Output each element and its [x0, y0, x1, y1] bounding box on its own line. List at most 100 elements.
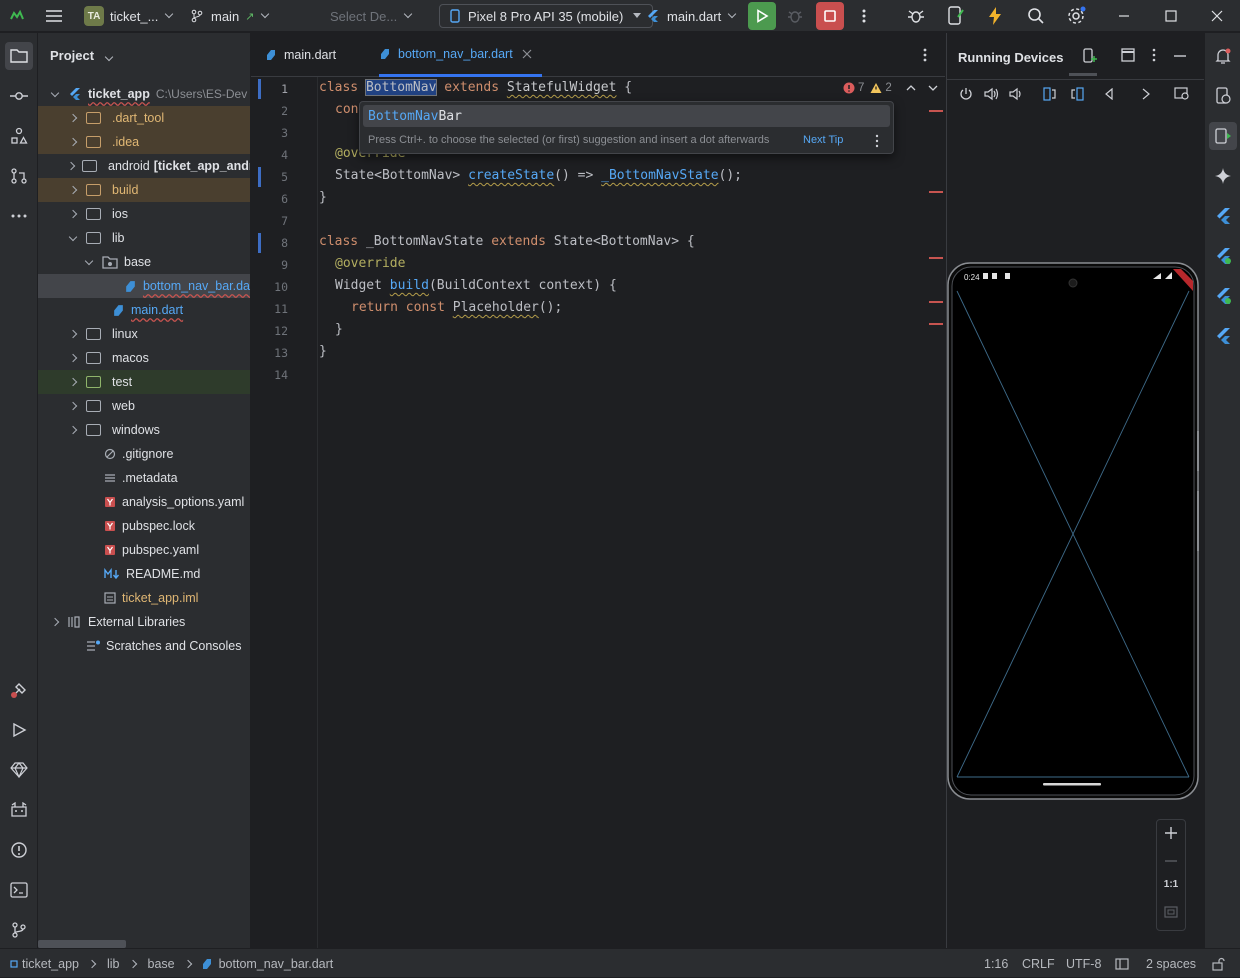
run-button[interactable]: [748, 0, 776, 32]
close-window-button[interactable]: [1211, 0, 1223, 32]
line-number[interactable]: 7: [251, 214, 317, 228]
run-tool-button[interactable]: [5, 716, 33, 744]
dart-devtools-tool-button[interactable]: [5, 756, 33, 784]
collapse-arrow-icon[interactable]: [66, 161, 76, 171]
tree-item-gitignore[interactable]: .gitignore: [38, 442, 250, 466]
fit-screen-button[interactable]: [1164, 906, 1178, 918]
expand-arrow-icon[interactable]: [84, 256, 94, 267]
tree-item-build[interactable]: build: [38, 178, 250, 202]
completion-item[interactable]: BottomNav Bar: [363, 105, 890, 127]
attach-debugger-button[interactable]: [906, 0, 926, 32]
forward-button[interactable]: [1141, 88, 1151, 100]
notifications-button[interactable]: [1209, 42, 1237, 70]
tree-item-readme-md[interactable]: README.md: [38, 562, 250, 586]
collapse-arrow-icon[interactable]: [68, 425, 78, 435]
project-view-selector[interactable]: Project: [50, 48, 113, 63]
run-config-selector[interactable]: main.dart: [646, 0, 737, 32]
tree-item-test[interactable]: test: [38, 370, 250, 394]
settings-button[interactable]: [1066, 0, 1086, 32]
breadcrumb-item[interactable]: base: [148, 957, 175, 971]
device-selector[interactable]: Pixel 8 Pro API 35 (mobile): [439, 0, 654, 32]
phone-screen[interactable]: 0:24: [947, 261, 1199, 801]
read-only-toggle[interactable]: [1115, 949, 1129, 978]
line-number[interactable]: 3: [251, 126, 317, 140]
horizontal-scrollbar[interactable]: [38, 940, 126, 948]
line-separator[interactable]: CRLF: [1022, 949, 1055, 978]
rotate-left-button[interactable]: [1043, 87, 1057, 101]
flutter-performance-button[interactable]: [1209, 282, 1237, 310]
breadcrumb-item[interactable]: bottom_nav_bar.dart: [219, 957, 334, 971]
commit-tool-button[interactable]: [5, 82, 33, 110]
tab-bottom-nav-bar-dart[interactable]: bottom_nav_bar.dart: [379, 33, 542, 77]
tree-item-ticket-app[interactable]: ticket_app C:\Users\ES-Dev: [38, 82, 250, 106]
window-mode-button[interactable]: [1121, 48, 1135, 62]
flutter-deep-links-button[interactable]: [1209, 322, 1237, 350]
tree-item-linux[interactable]: linux: [38, 322, 250, 346]
tree-item-pubspec-yaml[interactable]: pubspec.yaml: [38, 538, 250, 562]
back-button[interactable]: [1104, 88, 1114, 100]
line-number[interactable]: 2: [251, 104, 317, 118]
power-button[interactable]: [959, 87, 973, 101]
collapse-arrow-icon[interactable]: [68, 137, 78, 147]
completion-options-button[interactable]: [874, 134, 880, 148]
indent-settings[interactable]: 2 spaces: [1146, 949, 1196, 978]
flutter-performance-tool-button[interactable]: [5, 676, 33, 704]
collapse-arrow-icon[interactable]: [68, 185, 78, 195]
tree-item-external-libraries[interactable]: External Libraries: [38, 610, 250, 634]
search-button[interactable]: [1027, 0, 1045, 32]
error-stripe-marker[interactable]: [929, 323, 943, 325]
breadcrumb-item[interactable]: ticket_app: [22, 957, 79, 971]
collapse-arrow-icon[interactable]: [68, 113, 78, 123]
close-tab-icon[interactable]: [522, 49, 532, 59]
tree-item-web[interactable]: web: [38, 394, 250, 418]
hot-reload-button[interactable]: [987, 0, 1003, 32]
next-highlight-icon[interactable]: [928, 84, 938, 92]
collapse-arrow-icon[interactable]: [68, 377, 78, 387]
collapse-arrow-icon[interactable]: [68, 209, 78, 219]
more-actions-button[interactable]: [858, 0, 870, 32]
rotate-right-button[interactable]: [1070, 87, 1084, 101]
expand-arrow-icon[interactable]: [50, 88, 60, 99]
volume-up-button[interactable]: [984, 87, 1000, 101]
tree-item-dart-tool[interactable]: .dart_tool: [38, 106, 250, 130]
maximize-button[interactable]: [1165, 0, 1177, 32]
expand-arrow-icon[interactable]: [68, 232, 78, 243]
tree-item-ticket-app-iml[interactable]: ticket_app.iml: [38, 586, 250, 610]
actual-size-button[interactable]: 1:1: [1157, 879, 1185, 890]
next-tip-link[interactable]: Next Tip: [803, 134, 843, 146]
screenshot-button[interactable]: [1174, 87, 1190, 101]
error-stripe-marker[interactable]: [929, 110, 943, 112]
zoom-out-button[interactable]: [1164, 854, 1178, 868]
structure-tool-button[interactable]: [5, 122, 33, 150]
tree-item-analysis-options-yaml[interactable]: analysis_options.yaml: [38, 490, 250, 514]
error-stripe-marker[interactable]: [929, 301, 943, 303]
tree-item-bottom-nav-bar-da[interactable]: bottom_nav_bar.da: [38, 274, 250, 298]
tree-item-main-dart[interactable]: main.dart: [38, 298, 250, 322]
error-stripe-marker[interactable]: [929, 257, 943, 259]
file-encoding[interactable]: UTF-8: [1066, 949, 1101, 978]
panel-options-button[interactable]: [1151, 48, 1157, 62]
line-number[interactable]: 6: [251, 192, 317, 206]
more-tools-button[interactable]: [5, 202, 33, 230]
previous-highlight-icon[interactable]: [906, 84, 916, 92]
tree-item-windows[interactable]: windows: [38, 418, 250, 442]
stop-button[interactable]: [816, 0, 844, 32]
zoom-in-button[interactable]: [1164, 826, 1178, 840]
tree-item-android[interactable]: android [ticket_app_andr: [38, 154, 250, 178]
tree-item-pubspec-lock[interactable]: pubspec.lock: [38, 514, 250, 538]
line-number[interactable]: 9: [251, 258, 317, 272]
tab-main-dart[interactable]: main.dart: [265, 33, 336, 77]
collapse-arrow-icon[interactable]: [68, 353, 78, 363]
caret-position[interactable]: 1:16: [984, 949, 1008, 978]
line-number[interactable]: 11: [251, 302, 317, 316]
tree-item-macos[interactable]: macos: [38, 346, 250, 370]
target-device-selector[interactable]: Select De...: [330, 0, 413, 32]
breadcrumb-item[interactable]: lib: [107, 957, 120, 971]
line-number[interactable]: 4: [251, 148, 317, 162]
version-control-tool-button[interactable]: [5, 916, 33, 944]
tree-item-lib[interactable]: lib: [38, 226, 250, 250]
logcat-tool-button[interactable]: [5, 796, 33, 824]
collapse-arrow-icon[interactable]: [68, 401, 78, 411]
problems-tool-button[interactable]: [5, 836, 33, 864]
tree-item-idea[interactable]: .idea: [38, 130, 250, 154]
